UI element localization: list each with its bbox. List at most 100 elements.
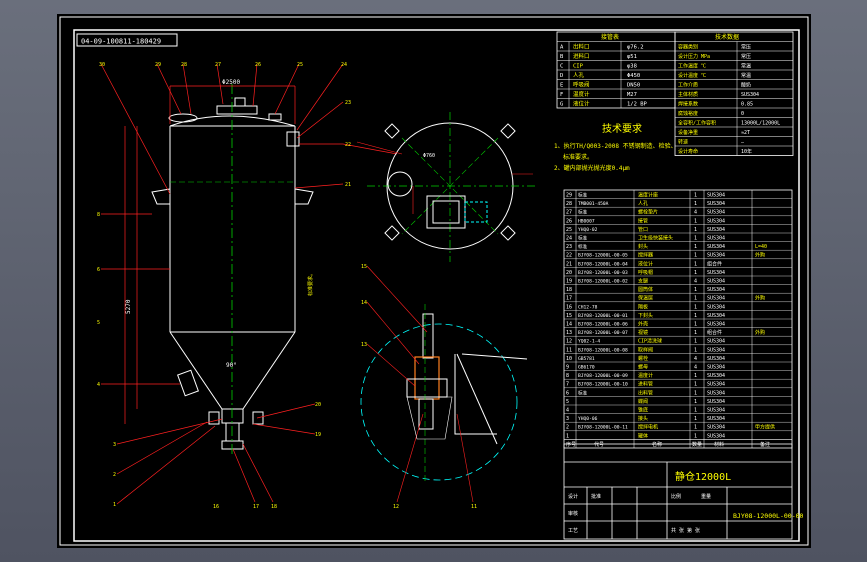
bom-name: 温度计 [638, 372, 653, 379]
nozzle-header: 接管表 [601, 33, 619, 41]
svg-text:3: 3 [113, 442, 116, 448]
bom-code: BJY08-12000L-00-09 [578, 373, 628, 379]
dim-height: 5270 [125, 299, 132, 314]
cone-right [242, 331, 296, 410]
bom-qty: 1 [694, 227, 697, 233]
bom-name: 螺母 [638, 364, 648, 371]
nozzle-name: 液位计 [573, 100, 590, 108]
bom-code: BJY08-12000L-00-01 [578, 313, 628, 319]
bom-name: 接管 [638, 217, 648, 224]
bom-code: BJY08-12000L-00-10 [578, 382, 628, 388]
leg-support-left [151, 188, 171, 205]
nozzle-name: 呼吸阀 [573, 81, 590, 89]
bom-no: 11 [566, 347, 572, 353]
code-tag: 04-09-100811-180429 [81, 38, 161, 46]
bom-material: SUS304 [707, 365, 725, 371]
top-fitting-right [268, 113, 282, 121]
bom-name: 罐体 [638, 432, 648, 439]
bom-qty: 1 [694, 416, 697, 422]
nozzle-id: A [560, 45, 564, 51]
bom-material: SUS304 [707, 287, 725, 293]
tank-plan-view [356, 112, 535, 262]
bom-no: 17 [566, 296, 572, 302]
bom-qty: 4 [694, 356, 697, 362]
bom-code: YHQ0-02 [578, 227, 598, 233]
bom-no: 20 [566, 270, 572, 276]
nozzle-id: C [560, 64, 563, 70]
drawing-sheet[interactable]: 04-09-100811-180429 5270 Φ2500 90° 8 6 5… [57, 14, 811, 548]
bom-qty: 1 [694, 253, 697, 259]
tech-note-1b: 标准要求。 [563, 153, 593, 161]
bom-name: 螺栓垫片 [638, 209, 658, 216]
bom-code: TMB001-450A [578, 201, 609, 207]
bom-code: BJY08-12000L-00-02 [578, 279, 628, 285]
tech-data-value: SUS304 [741, 92, 759, 98]
bom-qty: 1 [694, 313, 697, 319]
bom-no: 24 [566, 236, 572, 242]
title-drawing-no: BJY08-12000L-00-00 [733, 512, 804, 520]
bom-name: 支腿 [638, 278, 648, 285]
bom-no: 4 [566, 408, 569, 414]
tank-elevation [151, 97, 314, 450]
bom-material: SUS304 [707, 356, 725, 362]
bom-name: 管口 [638, 226, 648, 233]
outlet-flange [221, 440, 244, 450]
svg-text:15: 15 [361, 264, 367, 270]
tech-data-key: 设计温度 ℃ [678, 72, 706, 79]
tech-note-2: 2、罐内部抛光抛光度0.4μm [554, 164, 630, 172]
tech-data-value: 常压 [741, 53, 751, 60]
bom-qty: 1 [694, 390, 697, 396]
svg-text:21: 21 [345, 182, 351, 188]
tech-data-key: 设计寿命 [678, 148, 698, 155]
bom-qty: 1 [694, 399, 697, 405]
tech-data-key: 全容积/工作容积 [678, 120, 716, 127]
bom-name: 取样阀 [638, 346, 653, 353]
cad-viewport[interactable]: 04-09-100811-180429 5270 Φ2500 90° 8 6 5… [0, 0, 867, 562]
svg-text:6: 6 [97, 267, 100, 273]
top-fitting-left [168, 113, 198, 123]
bom-material: SUS304 [707, 347, 725, 353]
bom-no: 29 [566, 193, 572, 199]
bom-no: 12 [566, 339, 572, 345]
bom-code: BJY08-12000L-00-05 [578, 253, 628, 259]
nozzle-id: E [560, 83, 563, 89]
bom-name: 搅拌器 [638, 252, 653, 259]
bom-no: 27 [566, 210, 572, 216]
sign-process: 工艺 [568, 528, 578, 534]
bom-name: 液位计 [638, 260, 653, 267]
bom-qty: 1 [694, 261, 697, 267]
svg-text:18: 18 [271, 504, 277, 510]
dim-diameter: Φ2500 [222, 79, 240, 86]
bom-no: 18 [566, 287, 572, 293]
bom-name: 保温层 [638, 295, 653, 302]
detail-view [360, 265, 528, 503]
bom-no: 15 [566, 313, 572, 319]
bom-name: 视镜 [638, 329, 648, 336]
tech-data-key: 焊接系数 [678, 101, 698, 108]
tech-data-value: 13000L/12000L [741, 121, 780, 127]
tech-heading: 技术要求 [602, 122, 642, 135]
bom-material: SUS304 [707, 236, 725, 242]
bom-material: SUS304 [707, 304, 725, 310]
bom-material: 组合件 [707, 329, 722, 336]
bom-code: YHQ0-06 [578, 416, 598, 422]
bom-material: SUS304 [707, 433, 725, 439]
bom-qty: 1 [694, 322, 697, 328]
bom-no: 22 [566, 253, 572, 259]
bom-table: 29 标准 温度计座 1 SUS30428 TMB001-450A 人孔 1 SUS30427 标… [563, 189, 793, 449]
bom-material: SUS304 [707, 270, 725, 276]
plan-dim-1: Φ760 [423, 153, 435, 159]
nozzle-name: 温度计 [573, 90, 590, 98]
svg-text:30: 30 [99, 62, 105, 68]
dimensions-elevation [100, 63, 398, 505]
breather-top [234, 97, 246, 107]
tech-data-key: 设备净重 [678, 129, 698, 136]
svg-text:16: 16 [213, 504, 219, 510]
bom-no: 6 [566, 390, 569, 396]
bom-qty: 4 [694, 365, 697, 371]
svg-text:20: 20 [315, 402, 321, 408]
tech-note-1: 1、执行TH/Q003-2008 不锈钢制造、检验、 [554, 142, 677, 150]
bom-code: BJY08-12000L-00-03 [578, 270, 628, 276]
bom-material: SUS304 [707, 416, 725, 422]
bom-material: 组合件 [707, 260, 722, 267]
